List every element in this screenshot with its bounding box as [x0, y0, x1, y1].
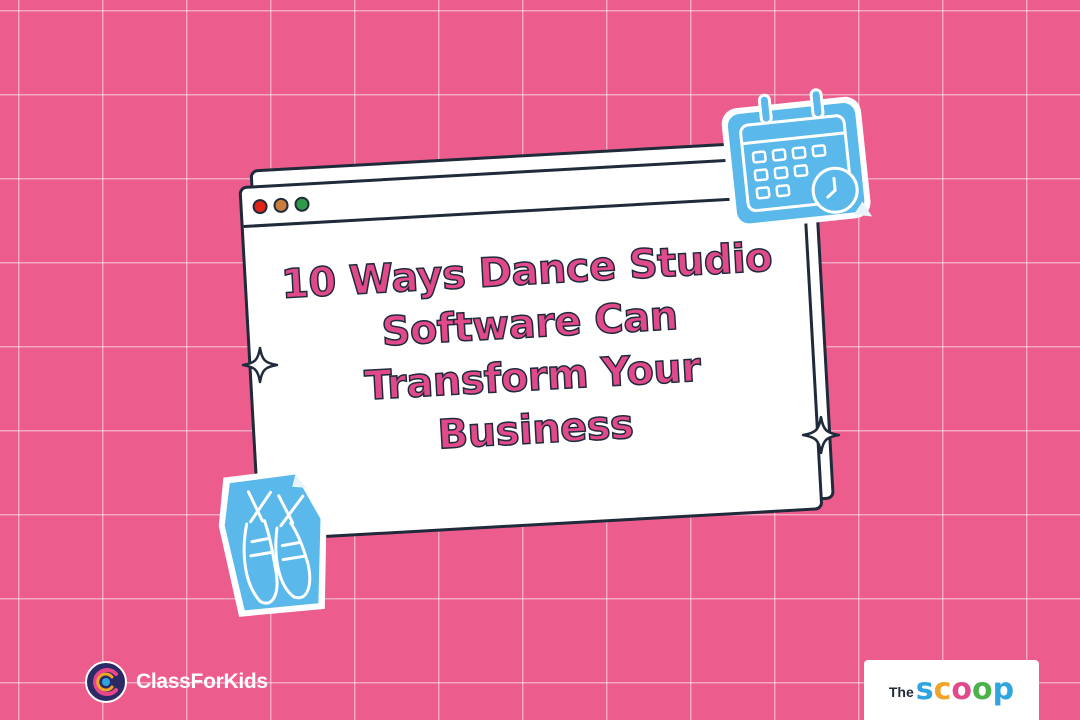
scoop-letter: o [972, 672, 993, 707]
classforkids-logo[interactable]: ClassForKids [84, 660, 268, 704]
sparkle-icon [241, 346, 279, 384]
classforkids-logo-text: ClassForKids [136, 670, 268, 693]
scoop-letter: p [992, 672, 1015, 707]
ballet-shoes-icon [218, 468, 327, 617]
headline: 10 Ways Dance Studio Software Can Transf… [266, 231, 797, 472]
scoop-letter: o [951, 672, 973, 707]
the-scoop-wordmark: s c o o p [916, 675, 1014, 705]
the-scoop-small-text: The [888, 684, 914, 700]
classforkids-logo-icon [85, 661, 127, 703]
scoop-letter: c [933, 672, 952, 707]
window-dot-green [294, 195, 310, 212]
window-dot-red [252, 198, 268, 214]
sparkle-icon [801, 415, 841, 455]
calendar-clock-icon [721, 88, 873, 230]
window-dot-amber [273, 196, 289, 213]
the-scoop-logo[interactable]: The s c o o p [864, 660, 1039, 720]
scoop-letter: s [915, 672, 934, 707]
